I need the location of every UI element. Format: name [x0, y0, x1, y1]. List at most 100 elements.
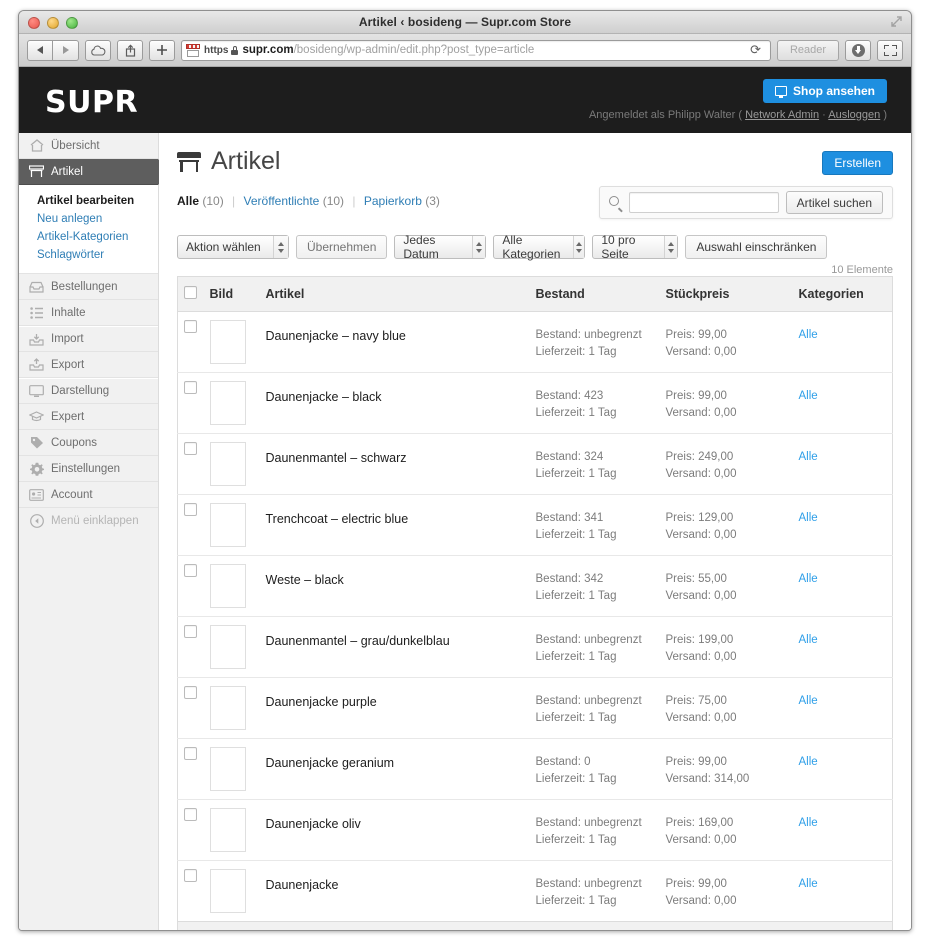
filter-button[interactable]: Auswahl einschränken: [685, 235, 828, 259]
reload-button[interactable]: ⟳: [745, 42, 766, 58]
row-checkbox[interactable]: [184, 320, 198, 333]
submenu-item-artikel-kategorien[interactable]: Artikel-Kategorien: [19, 228, 158, 246]
sidebar-item-einstellungen[interactable]: Einstellungen: [19, 456, 158, 482]
product-thumbnail[interactable]: [209, 503, 246, 547]
category-link[interactable]: Alle: [799, 564, 887, 585]
table-row[interactable]: Daunenmantel – grau/dunkelblau Bestand: u…: [177, 616, 893, 678]
column-footer-bild[interactable]: Bild: [203, 921, 260, 930]
enter-fullscreen-icon[interactable]: [890, 15, 903, 28]
article-title-link[interactable]: Daunenmantel – schwarz: [266, 442, 524, 465]
status-link-papierkorb[interactable]: Papierkorb: [364, 194, 422, 208]
search-input[interactable]: [628, 192, 779, 213]
sidebar-item-import[interactable]: Import: [19, 326, 158, 352]
address-bar[interactable]: https supr.com/bosideng/wp-admin/edit.ph…: [181, 39, 771, 61]
forward-button[interactable]: [53, 39, 79, 61]
column-header-bild[interactable]: Bild: [203, 276, 260, 312]
product-thumbnail[interactable]: [209, 320, 246, 364]
product-thumbnail[interactable]: [209, 564, 246, 608]
article-title-link[interactable]: Daunenmantel – grau/dunkelblau: [266, 625, 524, 648]
zoom-button[interactable]: [66, 17, 78, 29]
category-link[interactable]: Alle: [799, 381, 887, 402]
table-row[interactable]: Daunenjacke – navy blue Bestand: unbegren…: [177, 311, 893, 373]
new-tab-button[interactable]: [149, 39, 175, 61]
view-shop-button[interactable]: Shop ansehen: [762, 79, 887, 103]
row-checkbox[interactable]: [184, 747, 198, 760]
article-title-link[interactable]: Daunenjacke geranium: [266, 747, 524, 770]
product-thumbnail[interactable]: [209, 625, 246, 669]
apply-button[interactable]: Übernehmen: [296, 235, 388, 259]
category-link[interactable]: Alle: [799, 320, 887, 341]
article-title-link[interactable]: Daunenjacke: [266, 869, 524, 892]
column-header-artikel[interactable]: Artikel: [259, 276, 530, 312]
logout-link[interactable]: Ausloggen: [828, 109, 880, 121]
column-header-kategorien[interactable]: Kategorien: [792, 276, 893, 312]
row-checkbox[interactable]: [184, 381, 198, 394]
category-link[interactable]: Alle: [799, 503, 887, 524]
product-thumbnail[interactable]: [209, 747, 246, 791]
article-title-link[interactable]: Daunenjacke purple: [266, 686, 524, 709]
category-link[interactable]: Alle: [799, 686, 887, 707]
column-footer-artikel[interactable]: Artikel: [259, 921, 530, 930]
table-row[interactable]: Daunenjacke – black Bestand: 423 Lieferzei…: [177, 372, 893, 434]
category-link[interactable]: Alle: [799, 625, 887, 646]
network-admin-link[interactable]: Network Admin: [745, 109, 819, 121]
sidebar-item-account[interactable]: Account: [19, 482, 158, 508]
article-title-link[interactable]: Daunenjacke oliv: [266, 808, 524, 831]
category-link[interactable]: Alle: [799, 808, 887, 829]
create-button[interactable]: Erstellen: [822, 151, 893, 175]
table-row[interactable]: Daunenjacke Bestand: unbegrenzt Lieferzeit…: [177, 860, 893, 922]
category-link[interactable]: Alle: [799, 869, 887, 890]
product-thumbnail[interactable]: [209, 869, 246, 913]
article-title-link[interactable]: Trenchcoat – electric blue: [266, 503, 524, 526]
column-header-stueckpreis[interactable]: Stückpreis: [659, 276, 793, 312]
downloads-button[interactable]: [845, 39, 871, 61]
article-title-link[interactable]: Weste – black: [266, 564, 524, 587]
article-title-link[interactable]: Daunenjacke – navy blue: [266, 320, 524, 343]
category-link[interactable]: Alle: [799, 747, 887, 768]
column-footer-bestand[interactable]: Bestand: [529, 921, 660, 930]
select-all-checkbox[interactable]: [184, 286, 197, 299]
sidebar-item-coupons[interactable]: Coupons: [19, 430, 158, 456]
category-link[interactable]: Alle: [799, 442, 887, 463]
submenu-item-artikel-bearbeiten[interactable]: Artikel bearbeiten: [19, 192, 158, 210]
column-footer-stueckpreis[interactable]: Stückpreis: [659, 921, 793, 930]
supr-logo[interactable]: SUPR: [45, 85, 138, 120]
back-button[interactable]: [27, 39, 53, 61]
sidebar-item-artikel[interactable]: Artikel: [19, 159, 170, 185]
status-link-alle[interactable]: Alle: [177, 194, 199, 208]
table-row[interactable]: Daunenmantel – schwarz Bestand: 324 Liefer…: [177, 433, 893, 495]
table-row[interactable]: Weste – black Bestand: 342 Lieferzeit: 1 T…: [177, 555, 893, 617]
product-thumbnail[interactable]: [209, 381, 246, 425]
row-checkbox[interactable]: [184, 869, 198, 882]
column-header-bestand[interactable]: Bestand: [529, 276, 660, 312]
row-checkbox[interactable]: [184, 564, 198, 577]
bulk-action-select[interactable]: Aktion wählen: [177, 235, 289, 259]
row-checkbox[interactable]: [184, 686, 198, 699]
row-checkbox[interactable]: [184, 808, 198, 821]
row-checkbox[interactable]: [184, 442, 198, 455]
table-row[interactable]: Daunenjacke oliv Bestand: unbegrenzt Liefe…: [177, 799, 893, 861]
share-button[interactable]: [117, 39, 143, 61]
search-submit-button[interactable]: Artikel suchen: [785, 191, 883, 214]
category-filter-select[interactable]: Alle Kategorien: [493, 233, 586, 261]
article-title-link[interactable]: Daunenjacke – black: [266, 381, 524, 404]
sidebar-item-export[interactable]: Export: [19, 352, 158, 378]
column-footer-kategorien[interactable]: Kategorien: [792, 921, 893, 930]
nav-buttons[interactable]: [27, 39, 79, 61]
fullscreen-button[interactable]: [877, 39, 903, 61]
sidebar-item-collapse-menu[interactable]: Menü einklappen: [19, 508, 158, 534]
row-checkbox[interactable]: [184, 503, 198, 516]
submenu-item-neu-anlegen[interactable]: Neu anlegen: [19, 210, 158, 228]
date-filter-select[interactable]: Jedes Datum: [394, 233, 487, 261]
row-checkbox[interactable]: [184, 625, 198, 638]
sidebar-item-darstellung[interactable]: Darstellung: [19, 378, 158, 404]
product-thumbnail[interactable]: [209, 808, 246, 852]
sidebar-item-inhalte[interactable]: Inhalte: [19, 300, 158, 326]
icloud-tabs-button[interactable]: [85, 39, 111, 61]
product-thumbnail[interactable]: [209, 442, 246, 486]
table-row[interactable]: Trenchcoat – electric blue Bestand: 341 Li…: [177, 494, 893, 556]
sidebar-item-uebersicht[interactable]: Übersicht: [19, 133, 158, 159]
close-button[interactable]: [28, 17, 40, 29]
table-row[interactable]: Daunenjacke geranium Bestand: 0 Lieferzeit…: [177, 738, 893, 800]
status-link-veroeffentlichte[interactable]: Veröffentlichte: [244, 194, 320, 208]
